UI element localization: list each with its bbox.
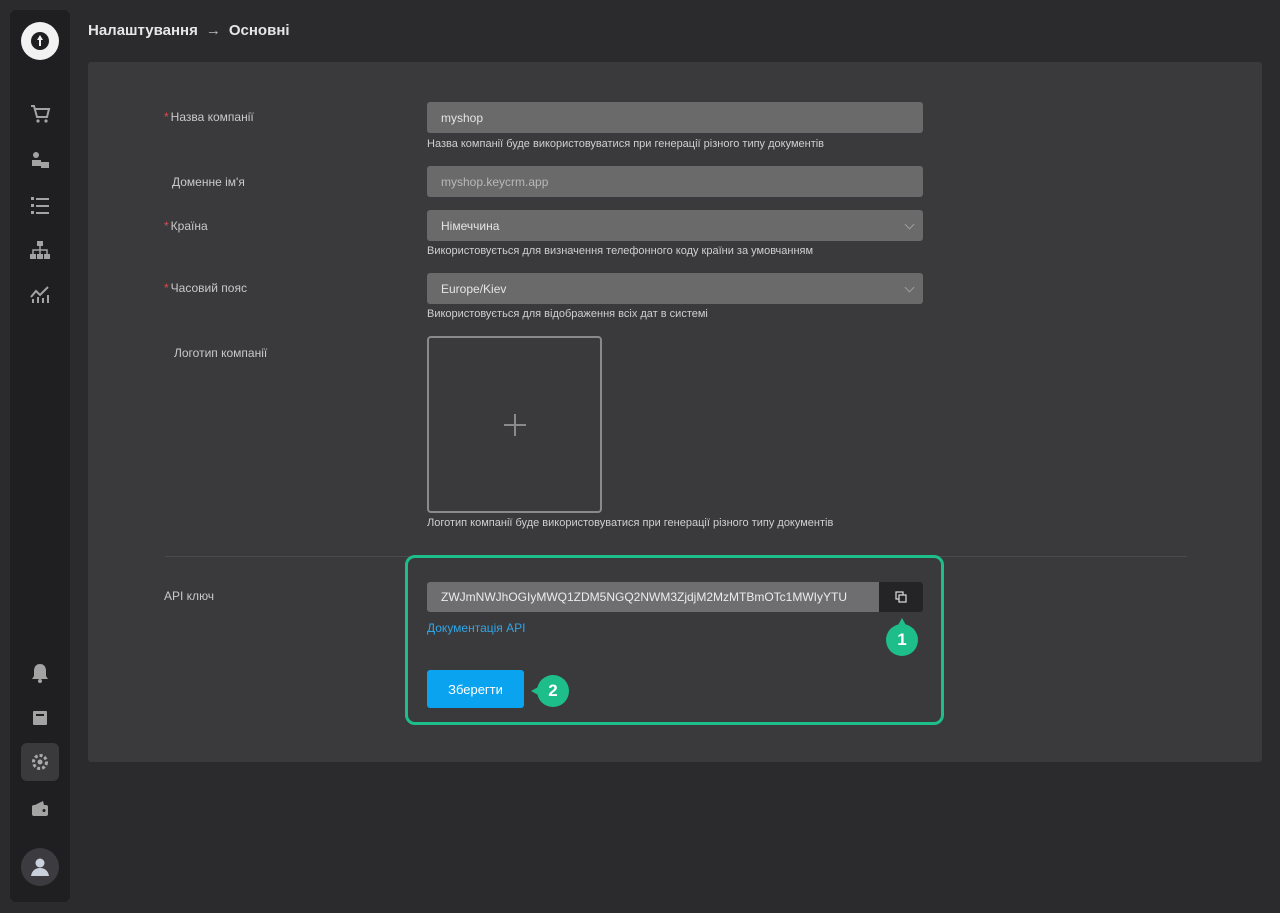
domain-value: myshop.keycrm.app xyxy=(441,174,549,189)
sidebar-item-lists[interactable] xyxy=(28,193,52,217)
chevron-down-icon xyxy=(904,219,915,230)
company-name-hint: Назва компанії буде використовуватися пр… xyxy=(427,138,825,150)
analytics-icon xyxy=(30,286,49,303)
plus-icon xyxy=(503,413,526,436)
domain-input: myshop.keycrm.app xyxy=(427,166,923,197)
company-name-value: myshop xyxy=(441,110,484,125)
sidebar-item-orders[interactable] xyxy=(28,102,52,126)
required-marker: * xyxy=(164,110,169,124)
country-hint: Використовується для визначення телефонн… xyxy=(427,245,814,257)
logo-hint: Логотип компанії буде використовуватися … xyxy=(427,517,834,529)
user-avatar[interactable] xyxy=(21,848,59,886)
arrow-right-icon: → xyxy=(205,22,221,39)
wallet-icon xyxy=(32,801,48,816)
sidebar-item-billing[interactable] xyxy=(28,797,52,821)
logo-label: Логотип компанії xyxy=(174,346,268,360)
gear-icon xyxy=(32,754,48,770)
sidebar-item-analytics[interactable] xyxy=(28,282,52,306)
company-name-input[interactable]: myshop xyxy=(427,102,923,133)
timezone-label: * Часовий пояс xyxy=(164,281,247,295)
timezone-select[interactable]: Europe/Kiev xyxy=(427,273,923,304)
required-marker: * xyxy=(164,219,169,233)
breadcrumb: Налаштування → Основні xyxy=(88,22,290,39)
tasks-icon xyxy=(32,152,49,168)
user-icon xyxy=(31,858,49,876)
bell-icon xyxy=(32,664,48,683)
api-key-label: API ключ xyxy=(164,589,215,603)
logo-upload[interactable] xyxy=(427,336,602,513)
country-label: * Країна xyxy=(164,219,208,233)
sidebar xyxy=(10,10,70,902)
chevron-down-icon xyxy=(904,282,915,293)
page-title: Основні xyxy=(228,22,290,39)
timezone-hint: Використовується для відображення всіх д… xyxy=(427,308,708,320)
list-icon xyxy=(31,197,49,214)
step-marker-2: 2 xyxy=(531,675,569,707)
country-value: Німеччина xyxy=(441,218,500,233)
sidebar-settings-icon-wrap xyxy=(28,750,52,774)
sidebar-item-structure[interactable] xyxy=(28,238,52,262)
app-logo[interactable] xyxy=(21,22,59,60)
book-icon xyxy=(33,711,47,725)
required-marker: * xyxy=(164,281,169,295)
sidebar-item-tasks[interactable] xyxy=(28,148,52,172)
domain-label: Доменне ім'я xyxy=(172,175,245,189)
logo-icon xyxy=(31,32,49,50)
sidebar-item-notifications[interactable] xyxy=(28,661,52,685)
cart-icon xyxy=(31,105,51,123)
sidebar-item-knowledge[interactable] xyxy=(28,706,52,730)
breadcrumb-parent[interactable]: Налаштування xyxy=(88,22,198,39)
company-name-label: * Назва компанії xyxy=(164,110,254,124)
country-select[interactable]: Німеччина xyxy=(427,210,923,241)
hierarchy-icon xyxy=(30,241,50,259)
highlight-frame xyxy=(405,555,944,725)
timezone-value: Europe/Kiev xyxy=(441,281,507,296)
step-marker-1: 1 xyxy=(886,618,918,656)
